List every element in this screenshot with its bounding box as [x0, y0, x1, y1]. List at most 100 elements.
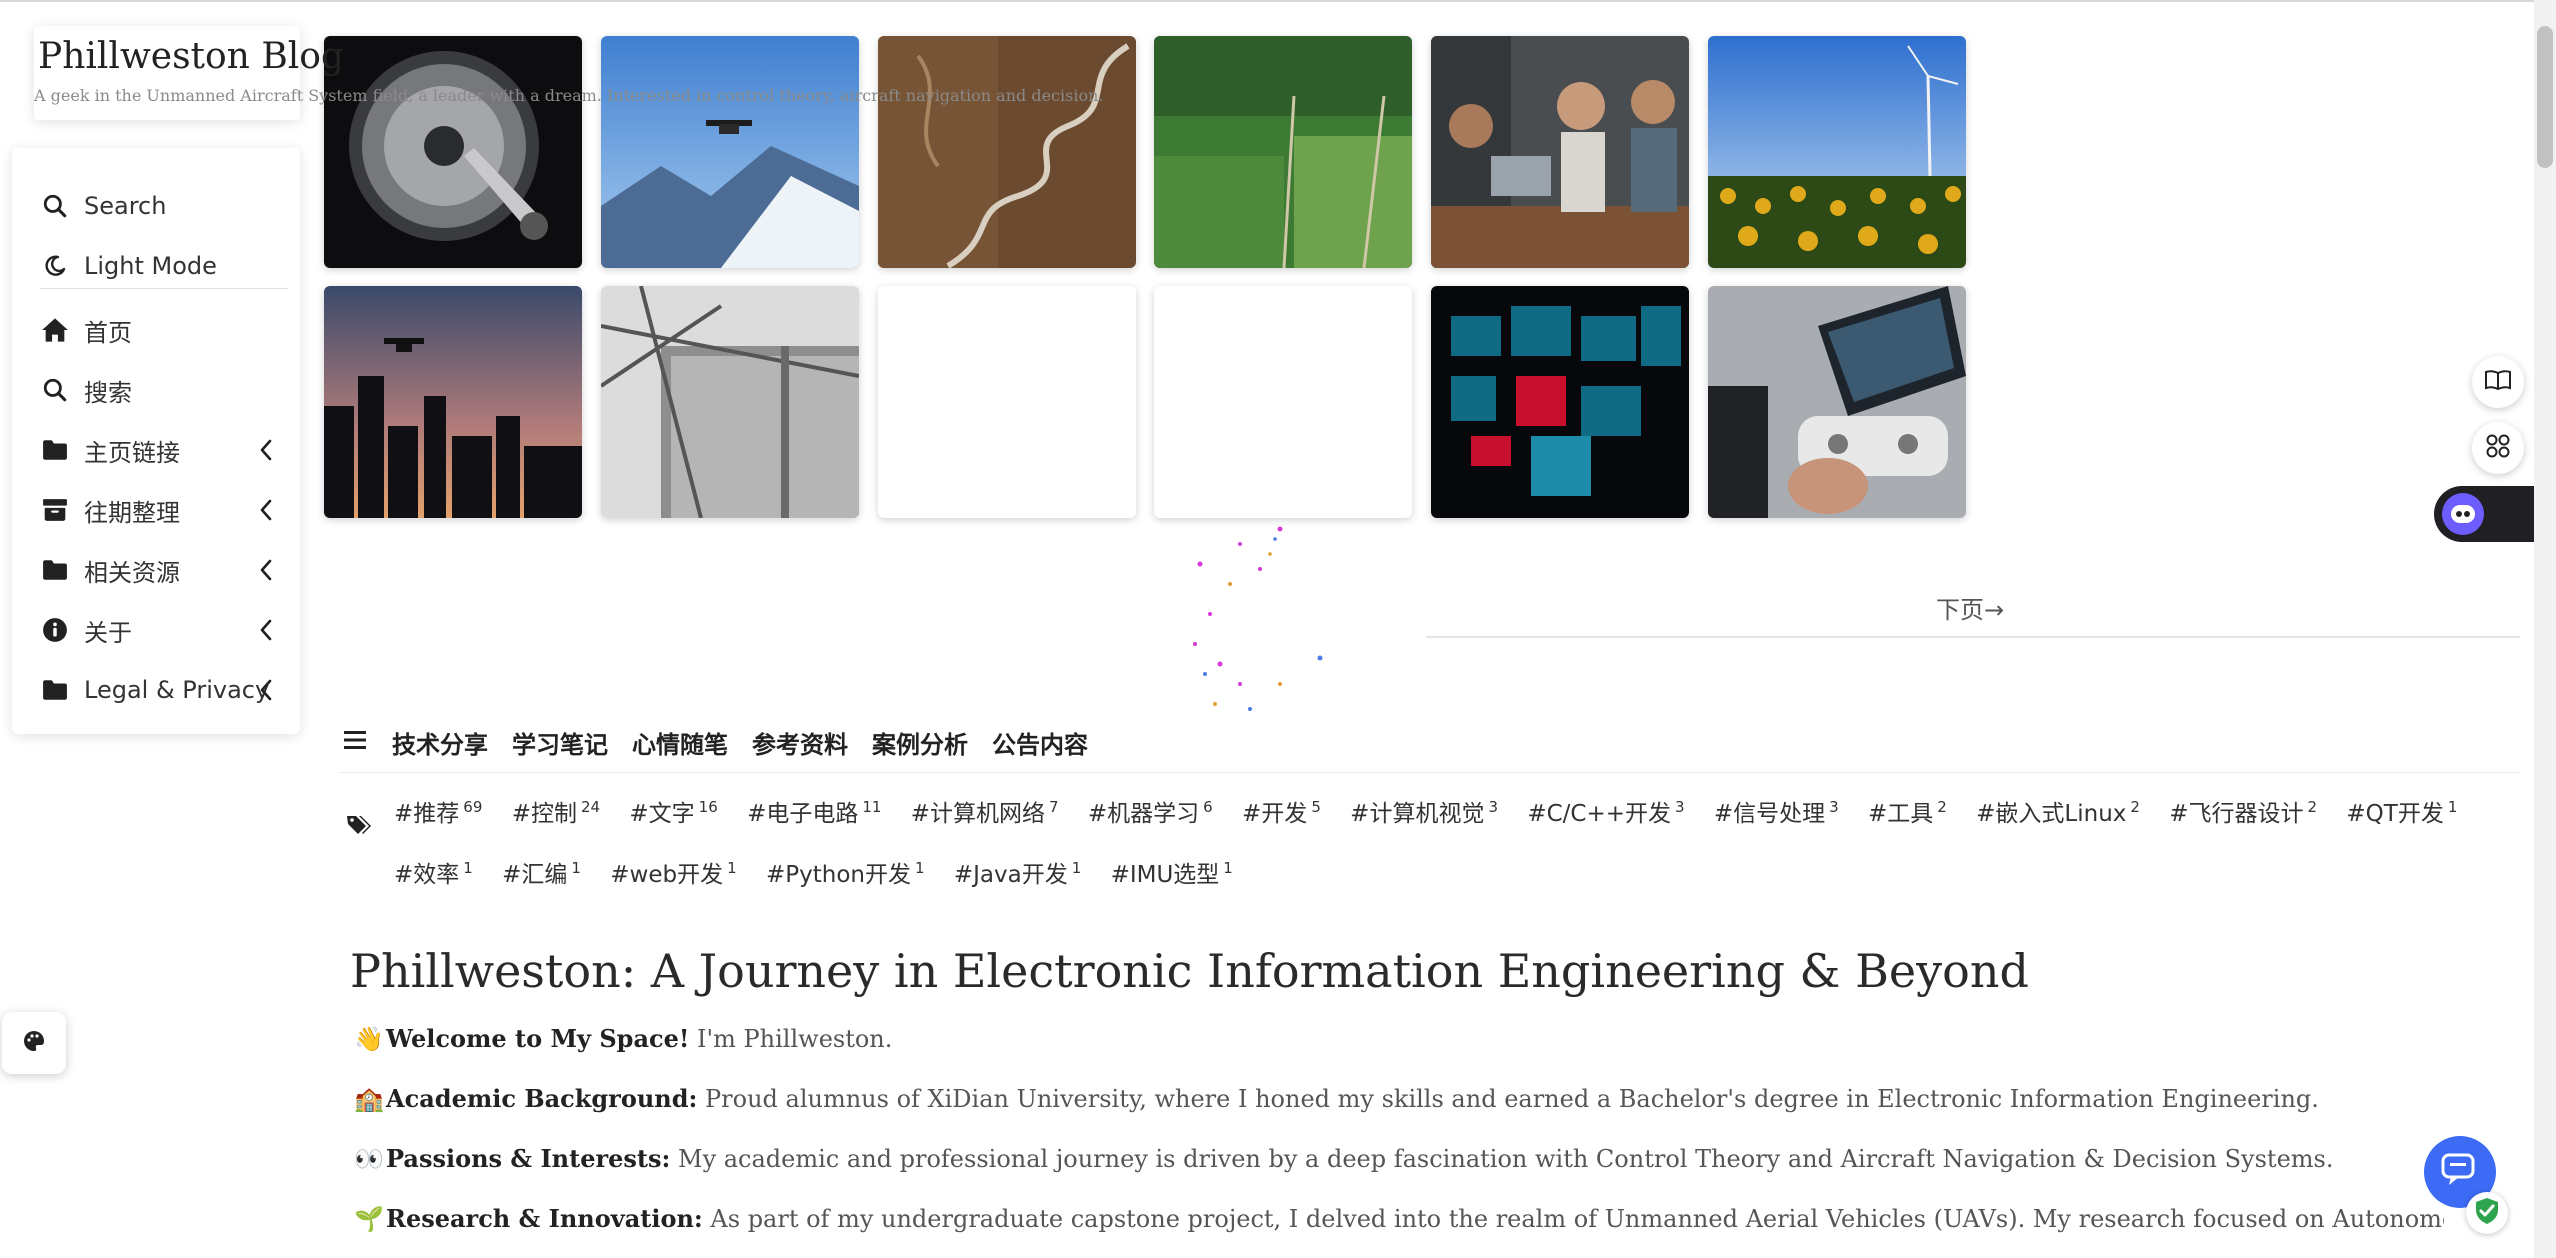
seedling-icon: 🌱 [354, 1205, 384, 1233]
sidebar-item-label: 相关资源 [84, 558, 180, 587]
folder-icon [40, 435, 70, 465]
sidebar-item-search[interactable]: 搜索 [40, 370, 280, 410]
tag-link[interactable]: #Java开发 1 [954, 841, 1081, 902]
sidebar-item-label: 首页 [84, 318, 132, 347]
tag-link[interactable]: #电子电路 11 [747, 780, 881, 841]
sidebar-item-label: Legal & Privacy [84, 676, 270, 704]
chat-bubble-icon [2441, 1153, 2479, 1191]
category-references[interactable]: 参考资料 [752, 725, 848, 760]
folder-icon [40, 555, 70, 585]
sidebar-item-homepage-links[interactable]: 主页链接 [40, 430, 280, 470]
article-paragraph: 🌱Research & Innovation: As part of my un… [354, 1204, 2444, 1233]
category-essays[interactable]: 心情随笔 [632, 725, 728, 760]
sidebar-item-home[interactable]: 首页 [40, 310, 280, 350]
tag-link[interactable]: #信号处理 3 [1714, 780, 1839, 841]
tags-icon [346, 814, 374, 842]
article-paragraph: 👋Welcome to My Space! I'm Phillweston. [354, 1024, 893, 1053]
sidebar-item-archives[interactable]: 往期整理 [40, 490, 280, 530]
search-icon [40, 375, 70, 405]
sidebar-item-label: 搜索 [84, 378, 132, 407]
category-tech-sharing[interactable]: 技术分享 [392, 725, 488, 760]
assistant-bot-tab[interactable] [2434, 486, 2534, 542]
tag-link[interactable]: #web开发 1 [610, 841, 736, 902]
thumbnail-drone-controller[interactable] [1708, 286, 1966, 518]
chevron-left-icon[interactable] [252, 436, 280, 464]
category-announcements[interactable]: 公告内容 [992, 725, 1088, 760]
palette-icon [22, 1029, 46, 1057]
chevron-left-icon[interactable] [252, 556, 280, 584]
tag-link[interactable]: #控制 24 [512, 780, 600, 841]
sidebar-item-resources[interactable]: 相关资源 [40, 550, 280, 590]
info-icon [40, 615, 70, 645]
apps-icon [2485, 433, 2511, 463]
site-title[interactable]: Phillweston Blog [36, 36, 344, 77]
tag-link[interactable]: #计算机视觉 3 [1350, 780, 1498, 841]
tag-link[interactable]: #开发 5 [1242, 780, 1321, 841]
tag-link[interactable]: #机器学习 6 [1088, 780, 1213, 841]
archive-icon [40, 495, 70, 525]
menu-icon[interactable] [344, 730, 374, 754]
thumbnail-drone-mountains[interactable] [601, 36, 859, 268]
tag-link[interactable]: #飞行器设计 2 [2169, 780, 2317, 841]
article-title: Phillweston: A Journey in Electronic Inf… [350, 944, 2029, 998]
search-label: Search [84, 192, 167, 220]
thumbnail-blank[interactable] [878, 286, 1136, 518]
theme-palette-button[interactable] [2, 1012, 66, 1074]
chevron-left-icon[interactable] [252, 496, 280, 524]
reading-mode-button[interactable] [2472, 356, 2524, 408]
thumbnail-hard-drive[interactable] [324, 36, 582, 268]
thumbnail-screens-dark-room[interactable] [1431, 286, 1689, 518]
category-nav: 技术分享 学习笔记 心情随笔 参考资料 案例分析 公告内容 [344, 722, 1112, 762]
search-button[interactable]: Search [40, 186, 280, 226]
folder-icon [40, 675, 70, 705]
pagination-divider [1426, 636, 2520, 638]
category-case-studies[interactable]: 案例分析 [872, 725, 968, 760]
next-page-link[interactable]: 下页→ [1936, 590, 2004, 625]
sidebar-item-label: 关于 [84, 618, 132, 647]
tag-link[interactable]: #汇编 1 [502, 841, 581, 902]
bot-avatar-icon [2442, 493, 2484, 535]
shield-check-icon [2474, 1197, 2500, 1229]
tag-link[interactable]: #文字 16 [629, 780, 717, 841]
book-open-icon [2484, 368, 2512, 396]
thumbnail-industrial-tank[interactable] [601, 286, 859, 518]
thumbnail-blank[interactable] [1154, 286, 1412, 518]
tag-link[interactable]: #IMU选型 1 [1111, 841, 1233, 902]
tag-link[interactable]: #嵌入式Linux 2 [1976, 780, 2140, 841]
security-badge[interactable] [2466, 1192, 2508, 1234]
tag-link[interactable]: #Python开发 1 [766, 841, 925, 902]
tag-link[interactable]: #QT开发 1 [2346, 780, 2457, 841]
sidebar-item-label: 往期整理 [84, 498, 180, 527]
tag-link[interactable]: #计算机网络 7 [911, 780, 1059, 841]
thumbnail-aerial-farmland[interactable] [1154, 36, 1412, 268]
category-study-notes[interactable]: 学习笔记 [512, 725, 608, 760]
chevron-left-icon[interactable] [252, 616, 280, 644]
site-subtitle: A geek in the Unmanned Aircraft System f… [34, 86, 1104, 105]
scrollbar-track[interactable] [2534, 0, 2556, 1258]
sidebar-item-legal-privacy[interactable]: Legal & Privacy [40, 670, 280, 710]
eyes-icon: 👀 [354, 1145, 384, 1173]
brand-card[interactable]: Phillweston Blog [34, 26, 344, 120]
apps-button[interactable] [2472, 422, 2524, 474]
search-icon [40, 191, 70, 221]
sidebar-menu: Search Light Mode 首页 搜索 主页链接 往期整理 相关资源 关… [12, 148, 300, 734]
category-divider [338, 772, 2520, 773]
tag-link[interactable]: #工具 2 [1868, 780, 1947, 841]
thumbnail-sunflower-turbine[interactable] [1708, 36, 1966, 268]
thumbnail-winding-road[interactable] [878, 36, 1136, 268]
thumbnail-drone-skyline[interactable] [324, 286, 582, 518]
sidebar-item-label: 主页链接 [84, 438, 180, 467]
article-paragraph: 👀Passions & Interests: My academic and p… [354, 1144, 2334, 1173]
scrollbar-thumb[interactable] [2537, 26, 2553, 168]
sidebar-item-about[interactable]: 关于 [40, 610, 280, 650]
article-paragraph: 🏫Academic Background: Proud alumnus of X… [354, 1084, 2319, 1113]
theme-toggle-button[interactable]: Light Mode [40, 246, 280, 286]
top-border [0, 0, 2556, 2]
thumbnail-people-laptops[interactable] [1431, 36, 1689, 268]
tag-link[interactable]: #C/C++开发 3 [1527, 780, 1684, 841]
theme-label: Light Mode [84, 252, 217, 280]
tag-link[interactable]: #推荐 69 [394, 780, 482, 841]
chevron-left-icon[interactable] [252, 676, 280, 704]
menu-divider [40, 288, 288, 289]
tag-link[interactable]: #效率 1 [394, 841, 473, 902]
